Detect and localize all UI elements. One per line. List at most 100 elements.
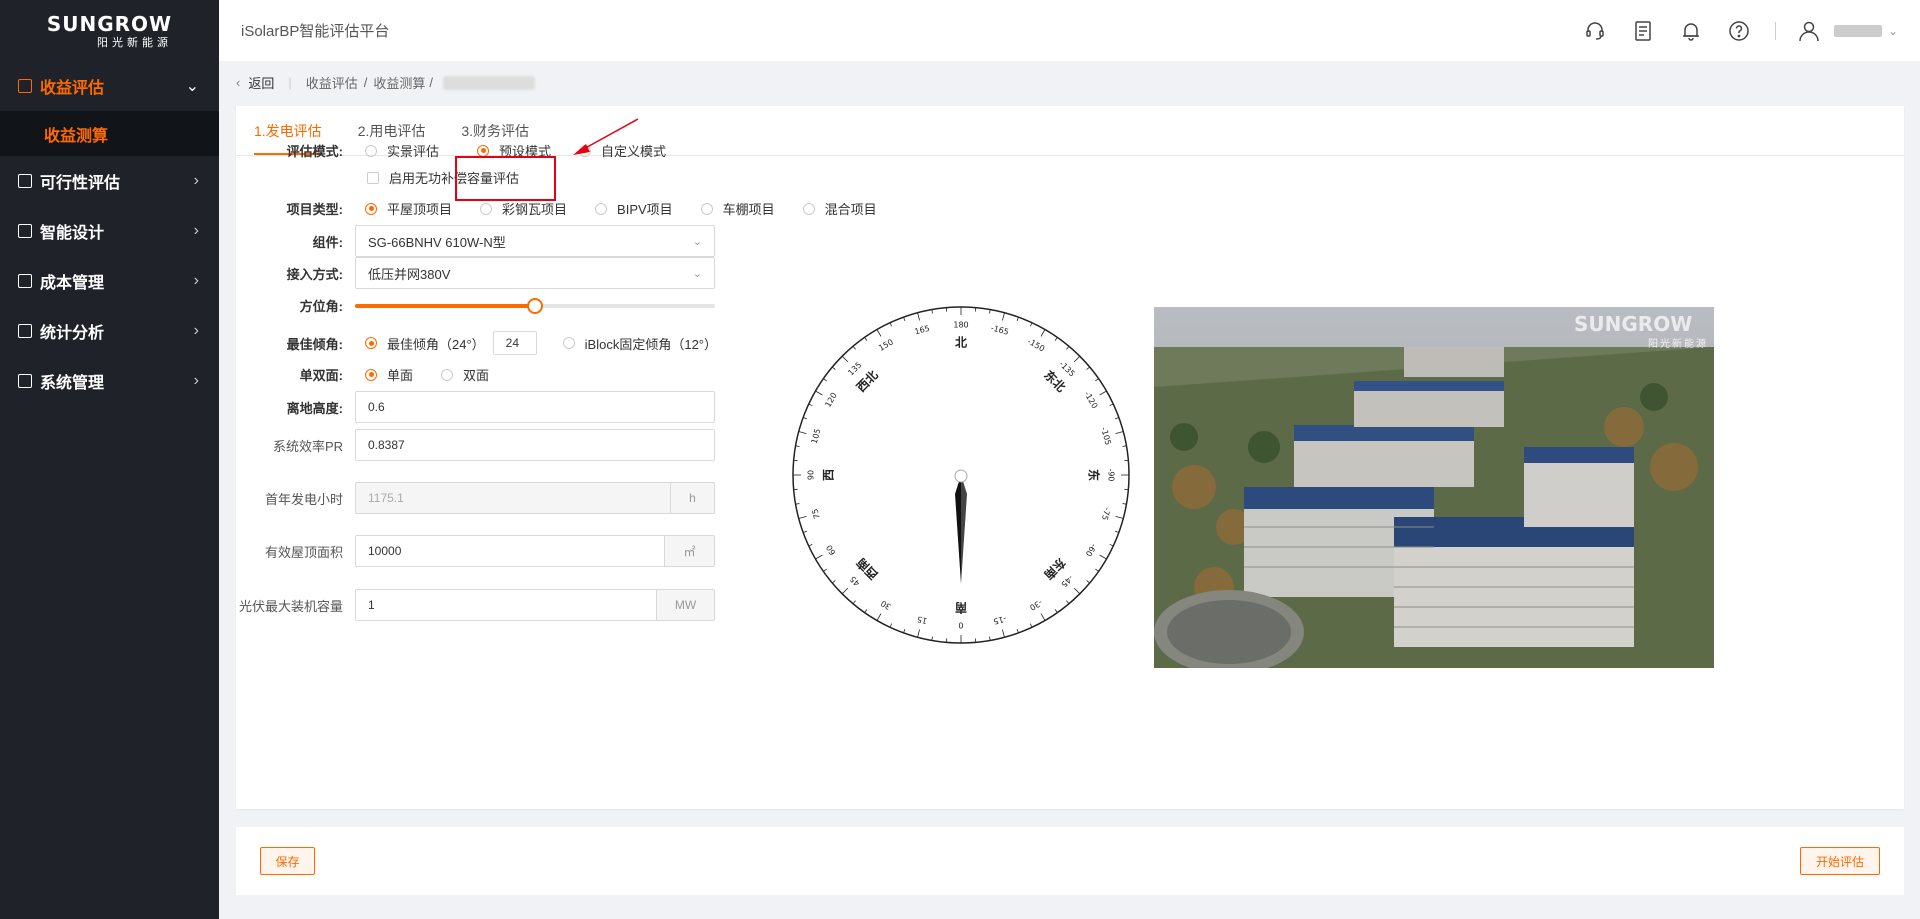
- sidebar: SUNGROW 阳光新能源 收益评估 ⌄ 收益测算 可行性评估 › 智能设计 ›…: [0, 0, 219, 919]
- radio-flat-roof[interactable]: 平屋顶项目: [365, 199, 452, 218]
- first-year-input: 1175.1: [355, 482, 671, 514]
- azimuth-slider[interactable]: [355, 295, 715, 315]
- max-capacity-input[interactable]: 1: [355, 589, 657, 621]
- photo-watermark: SUNGROW: [1574, 312, 1692, 336]
- chevron-down-icon: ⌄: [185, 78, 199, 95]
- sidebar-item-feasibility[interactable]: 可行性评估 ›: [0, 156, 219, 206]
- sidebar-item-design[interactable]: 智能设计 ›: [0, 206, 219, 256]
- chevron-right-icon: ›: [193, 372, 199, 389]
- access-select[interactable]: 低压并网380V ⌄: [355, 257, 715, 289]
- radio-bipv[interactable]: BIPV项目: [595, 199, 673, 218]
- chevron-right-icon: ›: [193, 222, 199, 239]
- roof-area-row: 有效屋顶面积 10000 ㎡: [236, 535, 715, 567]
- breadcrumb-divider: |: [288, 75, 292, 90]
- chevron-down-icon: ⌄: [1887, 23, 1898, 38]
- compass-direction-label: 东: [1087, 469, 1102, 481]
- chevron-left-icon: ‹: [236, 75, 241, 90]
- sidebar-item-label: 成本管理: [40, 275, 105, 292]
- sidebar-item-label: 智能设计: [40, 225, 105, 242]
- azimuth-row: 方位角:: [236, 295, 715, 315]
- back-link[interactable]: 返回: [248, 73, 274, 92]
- headset-icon[interactable]: [1583, 19, 1607, 43]
- compass-direction-label: 南: [955, 601, 967, 616]
- chevron-right-icon: ›: [193, 322, 199, 339]
- height-label: 离地高度:: [286, 400, 343, 416]
- radio-bi-face[interactable]: 双面: [441, 365, 489, 384]
- photo-watermark-sub: 阳光新能源: [1648, 337, 1708, 350]
- username-redacted: [1833, 24, 1882, 37]
- module-label: 组件:: [312, 234, 343, 250]
- pr-row: 系统效率PR 0.8387: [236, 429, 715, 461]
- receipt-icon: [18, 79, 32, 93]
- tilt-row: 最佳倾角: 最佳倾角（24°） 24 iBlock固定倾角（12°）: [236, 331, 745, 355]
- max-capacity-row: 光伏最大装机容量 1 MW: [236, 589, 715, 621]
- unit-area: ㎡: [665, 535, 715, 567]
- compass-tick-label: 90: [807, 470, 816, 480]
- chevron-right-icon: ›: [193, 172, 199, 189]
- compass-tick-label: -90: [1107, 468, 1116, 481]
- eval-mode-label: 评估模式:: [286, 144, 343, 159]
- radio-steel-tile[interactable]: 彩钢瓦项目: [480, 199, 567, 218]
- logo-text: SUNGROW: [46, 11, 173, 36]
- user-icon: [1799, 21, 1819, 41]
- help-icon[interactable]: [1727, 19, 1751, 43]
- bell-icon[interactable]: [1679, 19, 1703, 43]
- radio-best-tilt[interactable]: 最佳倾角（24°）: [365, 334, 485, 353]
- user-menu[interactable]: ⌄: [1798, 20, 1898, 42]
- pr-label: 系统效率PR: [272, 438, 343, 454]
- annotation-highlight-box: [455, 156, 556, 201]
- annotation-arrow-icon: [573, 118, 639, 155]
- calculator-icon: [18, 274, 32, 288]
- module-row: 组件: SG-66BNHV 610W-N型 ⌄: [236, 225, 715, 257]
- settings-box-icon: [18, 374, 32, 388]
- radio-iblock-tilt[interactable]: iBlock固定倾角（12°）: [562, 334, 717, 353]
- breadcrumb: ‹ 返回 | 收益评估 / 收益测算 /: [236, 73, 536, 92]
- sidebar-subitem-revenue-calc[interactable]: 收益测算: [0, 111, 219, 156]
- compass-tick-label: 0: [958, 621, 963, 630]
- compass-tick-label: 180: [953, 321, 968, 330]
- slider-handle[interactable]: [527, 298, 543, 314]
- sidebar-item-label: 收益评估: [40, 80, 105, 97]
- save-button[interactable]: 保存: [260, 847, 315, 875]
- chevron-right-icon: ›: [193, 272, 199, 289]
- sidebar-item-label: 系统管理: [40, 375, 105, 392]
- azimuth-label: 方位角:: [299, 298, 343, 314]
- radio-real-scene[interactable]: 实景评估: [365, 141, 439, 160]
- roof-area-label: 有效屋顶面积: [264, 544, 343, 560]
- pr-input[interactable]: 0.8387: [355, 429, 715, 461]
- face-label: 单双面:: [299, 368, 343, 383]
- first-year-label: 首年发电小时: [264, 491, 343, 507]
- radio-mono-face[interactable]: 单面: [365, 365, 413, 384]
- radio-carport[interactable]: 车棚项目: [700, 199, 775, 218]
- project-type-row: 项目类型: 平屋顶项目 彩钢瓦项目 BIPV项目 车棚项目 混合项目: [236, 199, 905, 218]
- header-divider: [1774, 21, 1776, 40]
- breadcrumb-slash: /: [429, 75, 434, 90]
- project-type-label: 项目类型:: [286, 202, 343, 217]
- access-row: 接入方式: 低压并网380V ⌄: [236, 257, 715, 289]
- module-select[interactable]: SG-66BNHV 610W-N型 ⌄: [355, 225, 715, 257]
- start-eval-button[interactable]: 开始评估: [1800, 847, 1880, 875]
- unit-mw: MW: [657, 589, 715, 621]
- chevron-down-icon: ⌄: [692, 235, 702, 248]
- height-row: 离地高度: 0.6: [236, 391, 715, 423]
- sidebar-item-cost[interactable]: 成本管理 ›: [0, 256, 219, 306]
- logo-subtext: 阳光新能源: [97, 36, 172, 49]
- first-year-row: 首年发电小时 1175.1 h: [236, 482, 715, 514]
- tilt-input[interactable]: 24: [492, 331, 537, 355]
- document-icon[interactable]: [1631, 19, 1655, 43]
- chart-box-icon: [18, 174, 32, 188]
- sidebar-item-revenue[interactable]: 收益评估 ⌄: [0, 61, 219, 111]
- roof-area-input[interactable]: 10000: [355, 535, 665, 567]
- footer-bar: 保存 开始评估: [236, 827, 1904, 895]
- sidebar-item-label: 可行性评估: [40, 175, 121, 192]
- sidebar-item-stats[interactable]: 统计分析 ›: [0, 306, 219, 356]
- tilt-label: 最佳倾角:: [286, 336, 343, 352]
- sidebar-item-system[interactable]: 系统管理 ›: [0, 356, 219, 406]
- radio-mixed[interactable]: 混合项目: [802, 199, 877, 218]
- top-header: iSolarBP智能评估平台 ⌄: [219, 0, 1920, 61]
- height-input[interactable]: 0.6: [355, 391, 715, 423]
- site-aerial-photo: SUNGROW 阳光新能源: [1154, 307, 1714, 668]
- breadcrumb-level2[interactable]: 收益测算: [373, 73, 425, 92]
- breadcrumb-level1[interactable]: 收益评估: [306, 73, 358, 92]
- breadcrumb-redacted: [443, 75, 536, 90]
